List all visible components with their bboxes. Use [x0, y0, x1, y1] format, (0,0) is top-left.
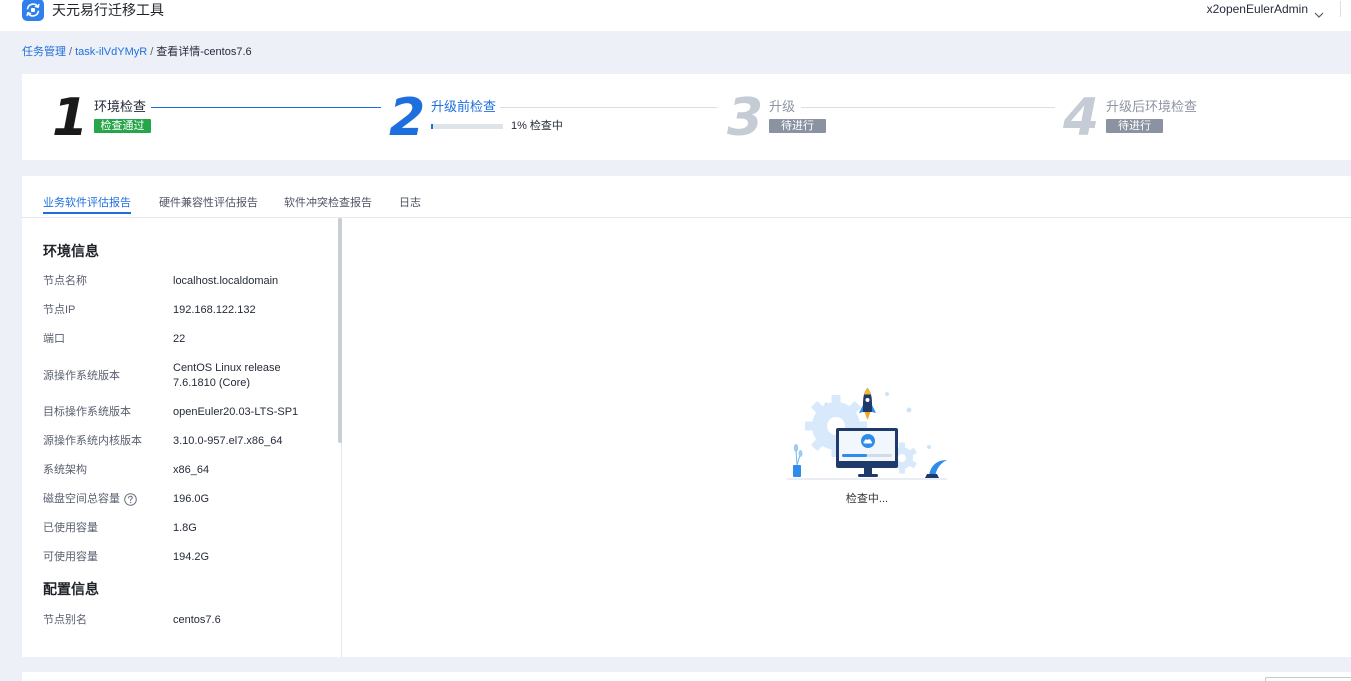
row-value: 192.168.122.132 [173, 304, 256, 316]
progress-status: 检查中 [529, 120, 563, 132]
row-label: 磁盘空间总容量 [43, 492, 173, 507]
info-row-port: 端口 22 [43, 325, 341, 354]
breadcrumb-separator: / [69, 46, 73, 58]
row-label: 节点别名 [43, 614, 87, 626]
top-header: 天元易行迁移工具 x2openEulerAdmin [0, 0, 1351, 31]
row-value: 194.2G [173, 551, 210, 563]
info-row-disk-available: 可使用容量 194.2G [43, 543, 341, 572]
user-menu[interactable]: x2openEulerAdmin [1207, 1, 1324, 18]
row-value: 3.10.0-957.el7.x86_64 [173, 435, 283, 447]
info-row-node-alias: 节点别名 centos7.6 [43, 606, 341, 635]
migration-tool-logo-icon[interactable] [22, 0, 44, 21]
row-label: 目标操作系统版本 [43, 406, 131, 418]
help-circle-icon[interactable] [124, 493, 137, 506]
row-label: 可使用容量 [43, 551, 98, 563]
step-title: 环境检查 [94, 99, 147, 114]
step-upgrade: 3 升级 待进行 [727, 74, 1063, 160]
environment-info-list: 节点名称 localhost.localdomain 节点IP 192.168.… [43, 267, 341, 572]
checking-computer-illustration-icon [784, 384, 950, 484]
user-name[interactable]: x2openEulerAdmin [1207, 1, 1308, 17]
breadcrumb-separator: / [150, 46, 154, 58]
row-label: 节点名称 [43, 275, 87, 287]
bottom-panel [22, 672, 1351, 681]
breadcrumb-task-link[interactable]: task-ilVdYMyR [75, 46, 147, 58]
step-title: 升级前检查 [431, 99, 497, 114]
info-row-node-name: 节点名称 localhost.localdomain [43, 267, 341, 296]
info-row-target-os-version: 目标操作系统版本 openEuler20.03-LTS-SP1 [43, 398, 341, 427]
row-value: 196.0G [173, 493, 210, 505]
header-divider [1340, 1, 1341, 17]
step-title: 升级 [769, 99, 796, 114]
status-badge: 待进行 [1106, 119, 1163, 133]
row-value: CentOS Linux release 7.6.1810 (Core) [173, 362, 281, 389]
tab-business-software-report[interactable]: 业务软件评估报告 [43, 195, 131, 214]
info-row-architecture: 系统架构 x86_64 [43, 456, 341, 485]
step-number: 1 [52, 88, 89, 148]
row-value: openEuler20.03-LTS-SP1 [173, 406, 299, 418]
breadcrumb-current-page: 查看详情-centos7.6 [156, 46, 252, 58]
row-value: localhost.localdomain [173, 275, 279, 287]
step-connector [500, 107, 717, 108]
step-pre-upgrade-check: 2 升级前检查 1% 检查中 [389, 74, 727, 160]
step-post-upgrade-check: 4 升级后环境检查 待进行 [1063, 74, 1351, 160]
breadcrumb: 任务管理 / task-ilVdYMyR / 查看详情-centos7.6 [22, 44, 252, 60]
row-value: x86_64 [173, 464, 210, 476]
row-value: 1.8G [173, 522, 197, 534]
status-badge: 检查通过 [94, 119, 151, 133]
step-number: 2 [389, 88, 426, 148]
info-row-source-os-version: 源操作系统版本 CentOS Linux release 7.6.1810 (C… [43, 354, 341, 398]
progress-text: 1% 检查中 [511, 119, 563, 133]
scrollbar-thumb[interactable] [338, 218, 342, 443]
row-label-text: 磁盘空间总容量 [43, 493, 120, 505]
breadcrumb-task-management-link[interactable]: 任务管理 [22, 46, 66, 58]
row-label: 源操作系统内核版本 [43, 435, 142, 447]
row-value: 22 [173, 333, 186, 345]
row-value: centos7.6 [173, 614, 221, 626]
tab-log[interactable]: 日志 [399, 195, 421, 214]
row-label: 系统架构 [43, 464, 87, 476]
section-title-config: 配置信息 [43, 581, 99, 597]
step-connector [151, 107, 381, 108]
node-info-panel: 环境信息 节点名称 localhost.localdomain 节点IP 192… [22, 218, 342, 657]
app-title: 天元易行迁移工具 [52, 2, 164, 18]
info-row-disk-used: 已使用容量 1.8G [43, 514, 341, 543]
report-card: 业务软件评估报告 硬件兼容性评估报告 软件冲突检查报告 日志 环境信息 节点名称… [22, 176, 1351, 657]
info-row-node-ip: 节点IP 192.168.122.132 [43, 296, 341, 325]
bottom-action-button[interactable] [1265, 677, 1351, 681]
progress-percent: 1% [511, 120, 527, 132]
step-2-progress-bar [431, 124, 503, 129]
status-badge: 待进行 [769, 119, 826, 133]
config-info-list: 节点别名 centos7.6 [43, 606, 341, 635]
info-row-source-kernel-version: 源操作系统内核版本 3.10.0-957.el7.x86_64 [43, 427, 341, 456]
tab-hardware-compatibility-report[interactable]: 硬件兼容性评估报告 [159, 195, 258, 214]
tab-software-conflict-report[interactable]: 软件冲突检查报告 [284, 195, 372, 214]
step-number: 3 [727, 88, 764, 148]
chevron-down-icon[interactable] [1314, 6, 1324, 18]
row-label: 源操作系统版本 [43, 369, 120, 382]
row-label: 已使用容量 [43, 522, 98, 534]
step-2-progress-fill [431, 124, 433, 129]
section-title-environment: 环境信息 [43, 243, 99, 259]
progress-steps: 1 环境检查 检查通过 2 升级前检查 1% 检查中 3 升级 待进行 4 升级后… [22, 74, 1351, 160]
loading-text: 检查中... [845, 493, 889, 505]
step-environment-check: 1 环境检查 检查通过 [52, 74, 389, 160]
step-connector [801, 107, 1055, 108]
report-tabs: 业务软件评估报告 硬件兼容性评估报告 软件冲突检查报告 日志 [22, 176, 1351, 218]
row-label: 端口 [43, 333, 65, 345]
step-title: 升级后环境检查 [1106, 99, 1198, 114]
info-row-disk-total: 磁盘空间总容量 196.0G [43, 485, 341, 514]
row-label: 节点IP [43, 304, 76, 316]
step-number: 4 [1063, 88, 1100, 148]
